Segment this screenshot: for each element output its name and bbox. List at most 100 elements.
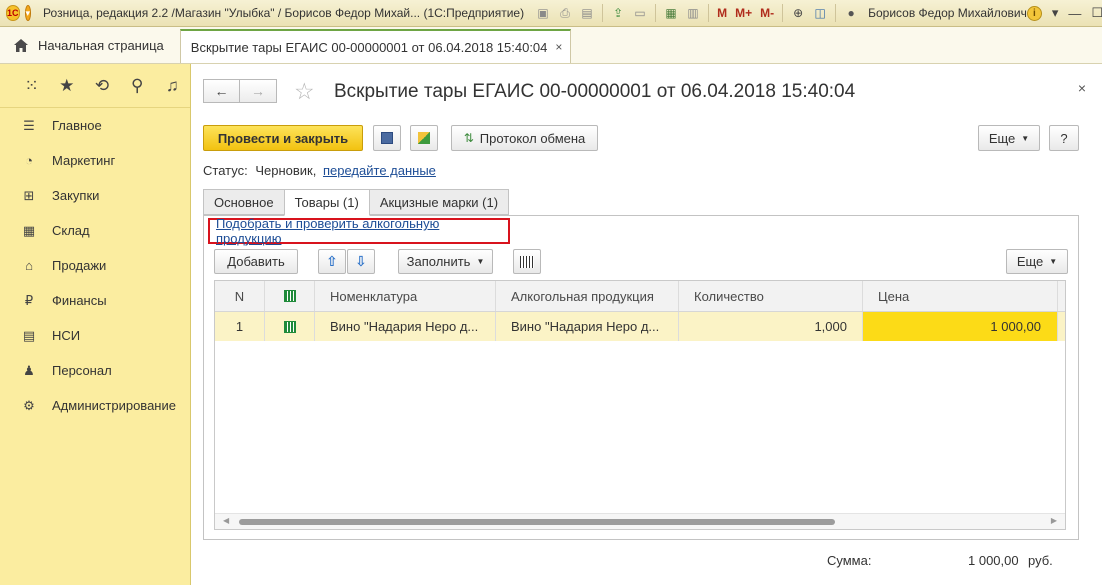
warehouse-icon: ▦ bbox=[22, 222, 36, 238]
pie-chart-icon: ◔ bbox=[25, 153, 33, 168]
cell-barcode[interactable] bbox=[265, 312, 315, 341]
sidebar-item-label: Склад bbox=[52, 223, 90, 238]
post-document-icon bbox=[418, 132, 430, 144]
maximize-icon[interactable]: ☐ bbox=[1091, 5, 1102, 21]
table-row[interactable]: 1 Вино "Надария Неро д... Вино "Надария … bbox=[215, 312, 1065, 341]
memory-plus-button[interactable]: M+ bbox=[733, 4, 754, 22]
sidebar-item[interactable]: ▦ Склад bbox=[0, 213, 190, 248]
table-more-button[interactable]: Еще ▼ bbox=[1006, 249, 1068, 274]
windows-icon[interactable]: ◫ bbox=[811, 4, 829, 22]
post-and-close-button[interactable]: Провести и закрыть bbox=[203, 125, 363, 151]
calendar-icon[interactable]: ▥ bbox=[684, 4, 702, 22]
cell-n[interactable]: 1 bbox=[215, 312, 265, 341]
sidebar-item-label: Финансы bbox=[52, 293, 107, 308]
more-button[interactable]: Еще ▼ bbox=[978, 125, 1040, 151]
help-button[interactable]: ? bbox=[1049, 125, 1079, 151]
home-tab[interactable]: Начальная страница bbox=[0, 27, 176, 63]
sidebar-item[interactable]: ₽ Финансы bbox=[0, 283, 190, 318]
move-down-button[interactable]: ⇩ bbox=[347, 249, 375, 274]
sidebar-item-label: Администрирование bbox=[52, 398, 176, 413]
history-icon[interactable]: ⟲ bbox=[84, 76, 119, 96]
sidebar-item[interactable]: ⚙ Администрирование bbox=[0, 388, 190, 423]
scroll-right-icon[interactable]: ▶ bbox=[1051, 516, 1057, 525]
print-icon[interactable]: ⎙ bbox=[556, 4, 574, 22]
chevron-down-icon: ▼ bbox=[1049, 257, 1058, 266]
status-line: Статус: Черновик, передайте данные bbox=[203, 163, 436, 178]
ruble-icon: ₽ bbox=[24, 292, 34, 308]
sum-label: Сумма: bbox=[827, 553, 872, 568]
excise-barcode-icon bbox=[283, 290, 296, 302]
window-controls: i ▾ — ☐ ✕ bbox=[1026, 5, 1102, 21]
document-tab-label: Вскрытие тары ЕГАИС 00-00000001 от 06.04… bbox=[190, 39, 548, 55]
barcode-scan-button[interactable] bbox=[513, 249, 541, 274]
sidebar-item[interactable]: ⌂ Продажи bbox=[0, 248, 190, 283]
memory-button[interactable]: M bbox=[715, 4, 729, 22]
cell-quantity[interactable]: 1,000 bbox=[679, 312, 863, 341]
sidebar-item[interactable]: ☰ Главное bbox=[0, 108, 190, 143]
post-button[interactable] bbox=[410, 125, 438, 151]
calculator-icon[interactable]: ▦ bbox=[662, 4, 680, 22]
open-tabs-bar: Начальная страница Вскрытие тары ЕГАИС 0… bbox=[0, 27, 1102, 64]
preview-icon[interactable]: ▤ bbox=[578, 4, 596, 22]
document-tab[interactable]: Вскрытие тары ЕГАИС 00-00000001 от 06.04… bbox=[179, 29, 572, 63]
sidebar-item[interactable]: ◔ Маркетинг bbox=[0, 143, 190, 178]
cell-alcohol[interactable]: Вино "Надария Неро д... bbox=[496, 312, 679, 341]
minimize-icon[interactable]: — bbox=[1068, 6, 1081, 21]
column-header-n[interactable]: N bbox=[215, 281, 265, 311]
basket-icon: ⌂ bbox=[25, 258, 33, 273]
barcode-icon bbox=[520, 255, 534, 268]
favorite-star-icon[interactable]: ☆ bbox=[294, 78, 315, 105]
tab-goods[interactable]: Товары (1) bbox=[283, 189, 370, 216]
pick-alcohol-link[interactable]: Подобрать и проверить алкогольную продук… bbox=[216, 216, 508, 246]
favorites-star-icon[interactable]: ★ bbox=[49, 76, 84, 96]
column-header-alcohol[interactable]: Алкогольная продукция bbox=[496, 281, 679, 311]
sections-sidebar: ⁙ ★ ⟲ ⚲ ♫ ☰ Главное ◔ Маркетинг ⊞ Закупки ▦ Скл… bbox=[0, 64, 191, 585]
apps-grid-icon[interactable]: ⁙ bbox=[14, 76, 49, 96]
back-button[interactable]: ← bbox=[203, 79, 240, 103]
sidebar-item[interactable]: ▤ НСИ bbox=[0, 318, 190, 353]
column-header-quantity[interactable]: Количество bbox=[679, 281, 863, 311]
form-tabs: Основное Товары (1) Акцизные марки (1) bbox=[203, 189, 510, 216]
zoom-icon[interactable]: ⊕ bbox=[789, 4, 807, 22]
dropdown-icon[interactable]: ▾ bbox=[1052, 5, 1059, 21]
transfer-data-link[interactable]: передайте данные bbox=[323, 163, 436, 178]
bell-icon[interactable]: ♫ bbox=[155, 76, 190, 96]
save-button[interactable] bbox=[373, 125, 401, 151]
memory-minus-button[interactable]: M- bbox=[758, 4, 776, 22]
close-form-icon[interactable]: × bbox=[1078, 80, 1086, 96]
arrow-up-icon: ⇧ bbox=[326, 253, 338, 269]
tab-excise-marks[interactable]: Акцизные марки (1) bbox=[368, 189, 510, 215]
column-header-price[interactable]: Цена bbox=[863, 281, 1058, 311]
column-header-nomenclature[interactable]: Номенклатура bbox=[315, 281, 496, 311]
add-button[interactable]: Добавить bbox=[214, 249, 298, 274]
move-up-button[interactable]: ⇧ bbox=[318, 249, 346, 274]
save-icon[interactable]: ▣ bbox=[534, 4, 552, 22]
column-header-barcode[interactable] bbox=[265, 281, 315, 311]
close-tab-icon[interactable]: × bbox=[555, 40, 562, 54]
status-value: Черновик, bbox=[255, 163, 317, 178]
sidebar-item-label: Продажи bbox=[52, 258, 107, 273]
sidebar-item[interactable]: ♟ Персонал bbox=[0, 353, 190, 388]
sum-currency: руб. bbox=[1028, 553, 1053, 568]
sidebar-item[interactable]: ⊞ Закупки bbox=[0, 178, 190, 213]
tab-main[interactable]: Основное bbox=[203, 189, 285, 215]
info-icon[interactable]: i bbox=[1026, 5, 1042, 21]
upload-icon[interactable]: ⇪ bbox=[609, 4, 627, 22]
menu-icon: ☰ bbox=[23, 117, 35, 133]
exchange-log-button[interactable]: ⇅ Протокол обмена bbox=[451, 125, 598, 151]
forward-button[interactable]: → bbox=[240, 79, 277, 103]
status-label: Статус: bbox=[203, 163, 248, 178]
main-menu-button[interactable]: ▾ bbox=[24, 5, 32, 21]
cell-price[interactable]: 1 000,00 bbox=[863, 312, 1058, 341]
gear-icon: ⚙ bbox=[23, 397, 35, 413]
fill-button[interactable]: Заполнить ▼ bbox=[398, 249, 493, 274]
scan-icon[interactable]: ▭ bbox=[631, 4, 649, 22]
user-name[interactable]: Борисов Федор Михайлович bbox=[868, 6, 1027, 20]
titlebar-toolbar: ▣ ⎙ ▤ ⇪ ▭ ▦ ▥ M M+ M- ⊕ ◫ ● Борисов Федо… bbox=[534, 4, 1027, 22]
sidebar-item-label: Закупки bbox=[52, 188, 100, 203]
scroll-left-icon[interactable]: ◀ bbox=[223, 516, 229, 525]
cell-nomenclature[interactable]: Вино "Надария Неро д... bbox=[315, 312, 496, 341]
scrollbar-thumb[interactable] bbox=[239, 519, 835, 525]
horizontal-scrollbar[interactable]: ◀ ▶ bbox=[215, 513, 1065, 529]
search-icon[interactable]: ⚲ bbox=[120, 76, 155, 96]
